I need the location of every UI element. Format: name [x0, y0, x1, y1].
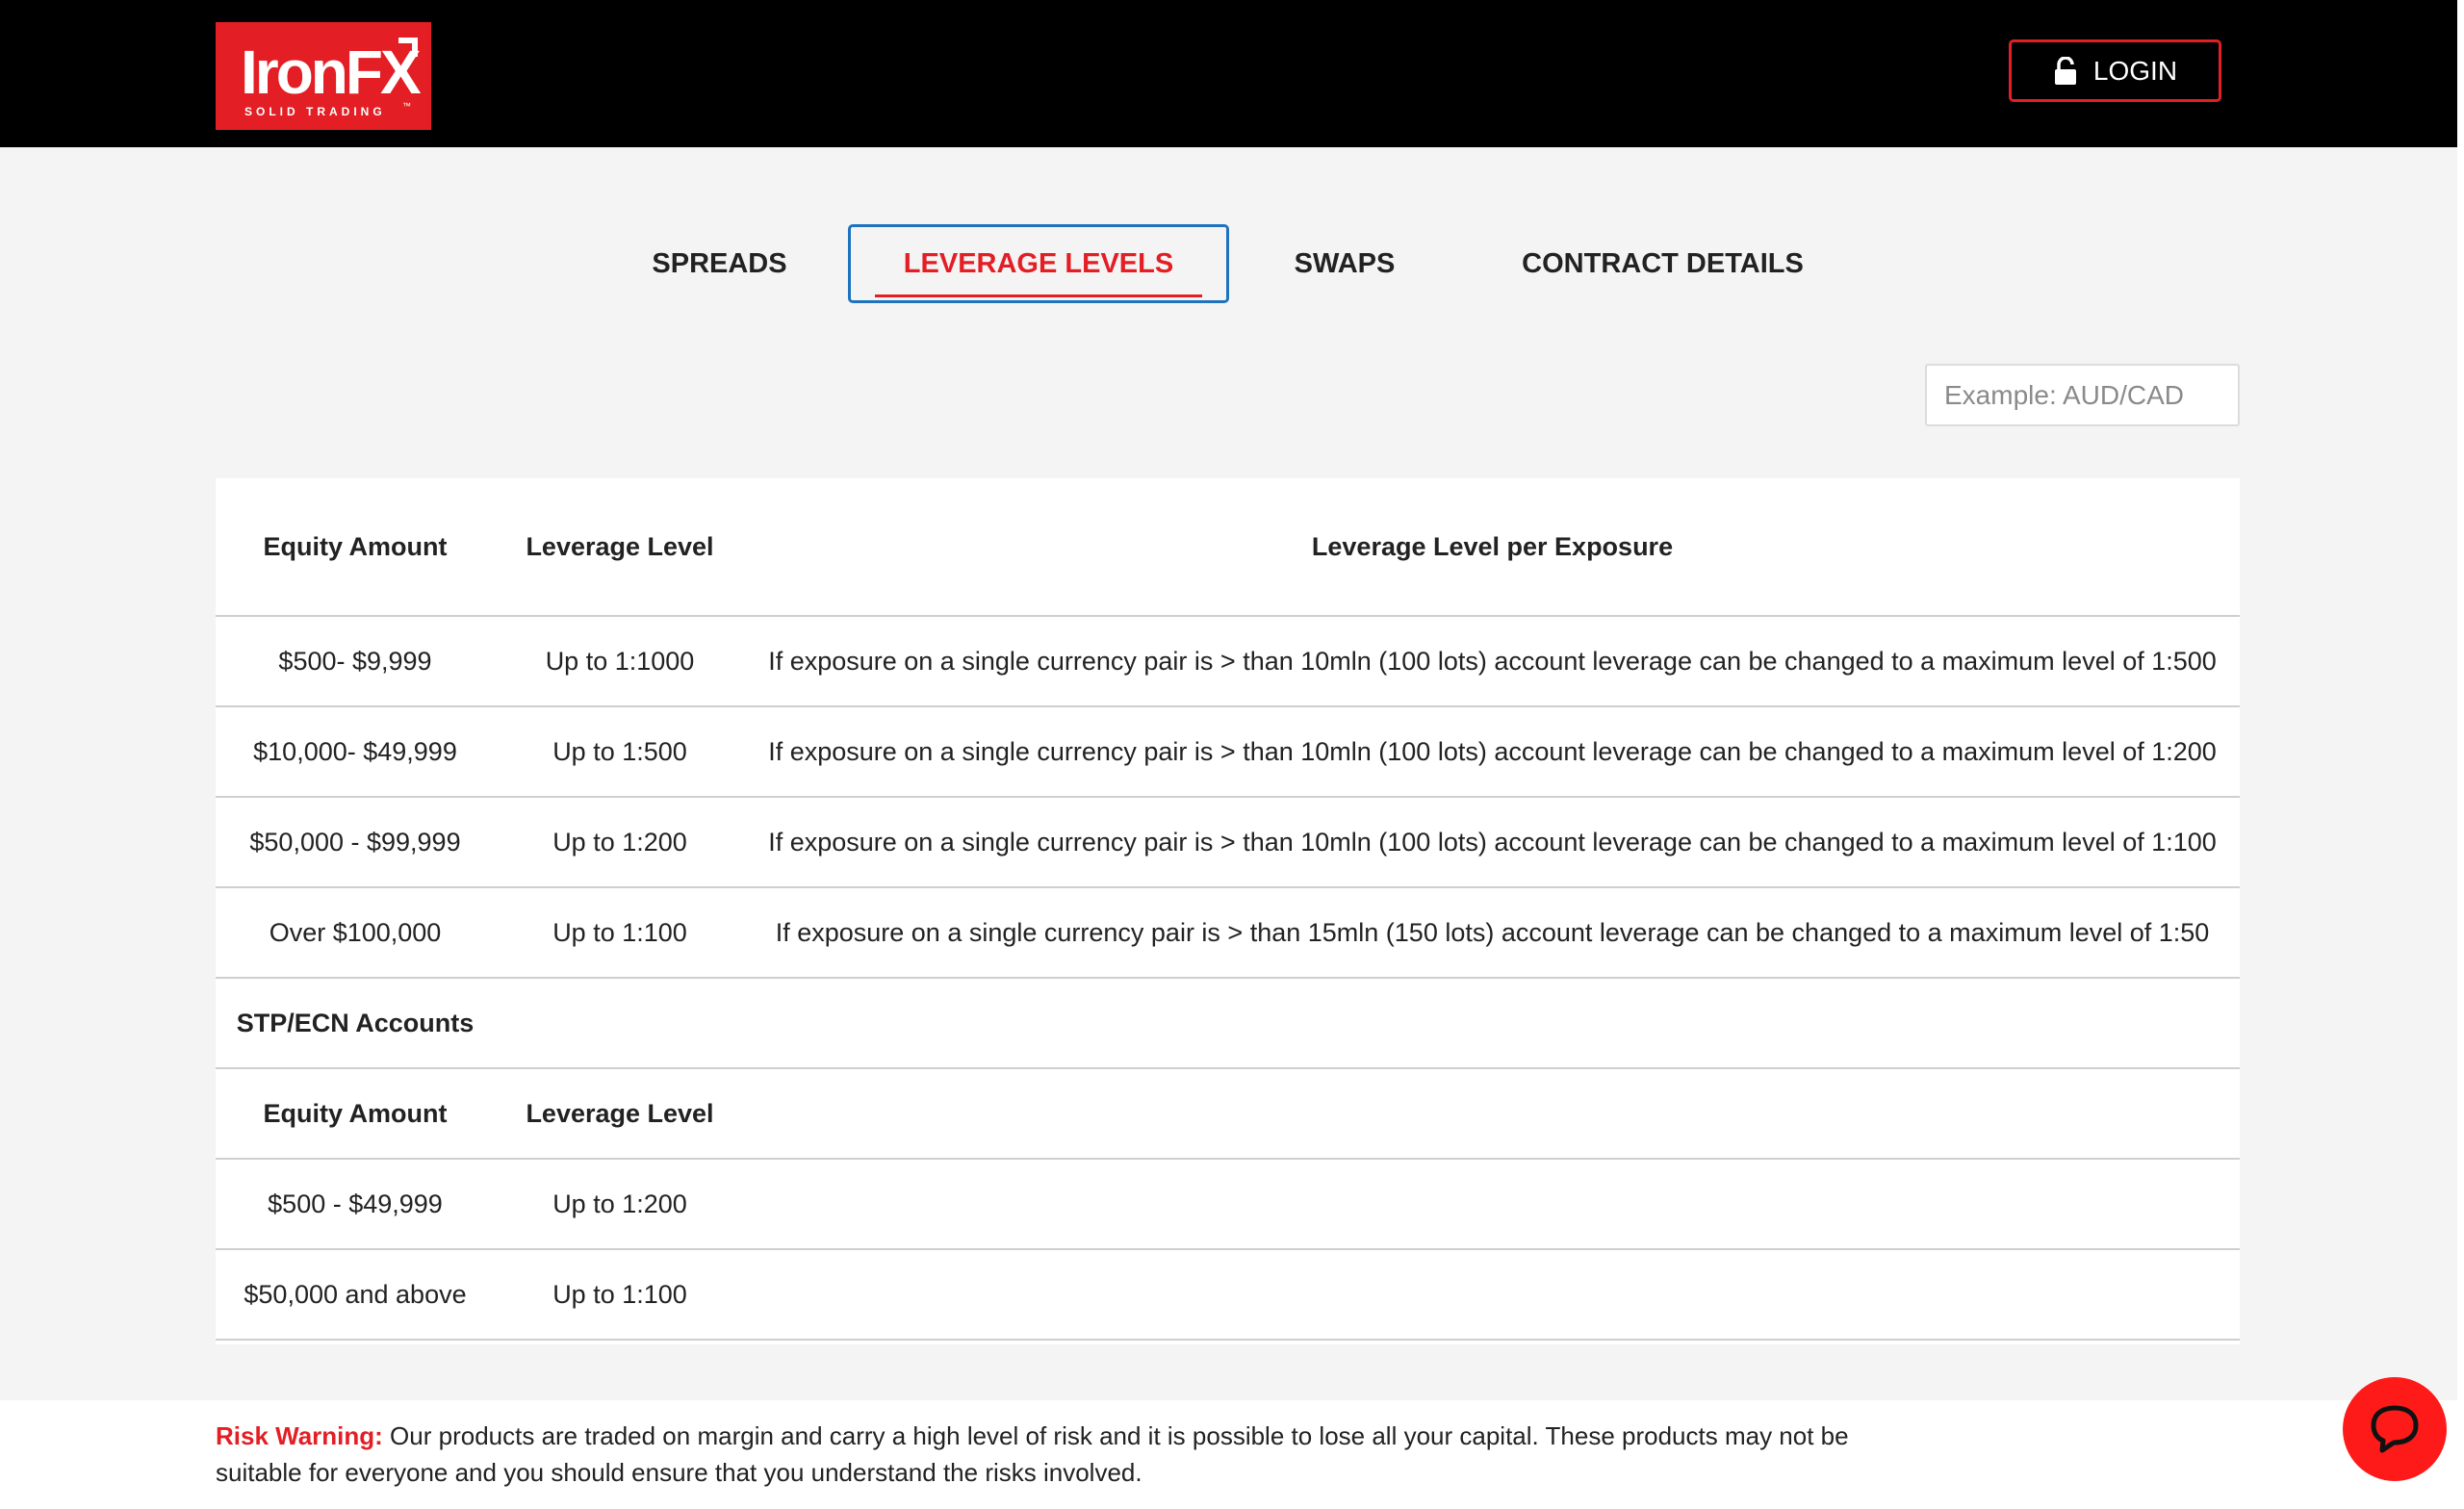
logo-swoosh-icon: [398, 38, 418, 57]
table-row: $50,000 - $99,999 Up to 1:200 If exposur…: [216, 798, 2240, 888]
leverage-level-cell: Up to 1:200: [552, 827, 687, 857]
table-row: $50,000 and above Up to 1:100: [216, 1250, 2240, 1341]
table-row: $500- $9,999 Up to 1:1000 If exposure on…: [216, 617, 2240, 707]
header-equity-amount: Equity Amount: [263, 1098, 448, 1128]
tab-contract-details[interactable]: CONTRACT DETAILS: [1502, 239, 1824, 289]
login-label: LOGIN: [2092, 55, 2178, 86]
header-leverage-per-exposure: Leverage Level per Exposure: [1311, 531, 1674, 561]
symbol-search-input[interactable]: [1925, 364, 2240, 426]
table-header-row: Equity Amount Leverage Level Leverage Le…: [216, 478, 2240, 617]
leverage-level-cell: Up to 1:100: [552, 1279, 687, 1309]
header-leverage-level: Leverage Level: [526, 1098, 714, 1128]
top-navigation-bar: IronFX ™ SOLID TRADING LOGIN: [0, 0, 2457, 147]
equity-amount-cell: Over $100,000: [269, 917, 442, 947]
header-leverage-level: Leverage Level: [526, 531, 714, 561]
logo-tagline: SOLID TRADING: [244, 105, 386, 118]
page-scrollbar[interactable]: [2457, 0, 2464, 1509]
tab-spreads[interactable]: SPREADS: [630, 239, 808, 289]
risk-warning-label: Risk Warning:: [216, 1421, 383, 1450]
header-equity-amount: Equity Amount: [263, 531, 448, 561]
leverage-level-cell: Up to 1:200: [552, 1189, 687, 1218]
login-button[interactable]: LOGIN: [2009, 39, 2221, 102]
exposure-cell: If exposure on a single currency pair is…: [768, 827, 2217, 857]
ironfx-logo[interactable]: IronFX ™ SOLID TRADING: [216, 22, 431, 130]
equity-amount-cell: $500- $9,999: [278, 646, 432, 676]
equity-amount-cell: $10,000- $49,999: [253, 736, 457, 766]
equity-amount-cell: $500 - $49,999: [268, 1189, 443, 1218]
risk-warning-footer: Risk Warning: Our products are traded on…: [0, 1400, 2457, 1509]
stp-ecn-header-row: Equity Amount Leverage Level: [216, 1069, 2240, 1160]
tab-swaps[interactable]: SWAPS: [1270, 239, 1419, 289]
risk-warning-text: Risk Warning: Our products are traded on…: [216, 1418, 1929, 1491]
exposure-cell: If exposure on a single currency pair is…: [768, 736, 2217, 766]
equity-amount-cell: $50,000 and above: [244, 1279, 467, 1309]
chat-bubble-icon: [2371, 1405, 2419, 1453]
exposure-cell: If exposure on a single currency pair is…: [768, 646, 2217, 676]
leverage-levels-table: Equity Amount Leverage Level Leverage Le…: [216, 478, 2240, 1344]
risk-warning-body: Our products are traded on margin and ca…: [216, 1421, 1849, 1487]
leverage-level-cell: Up to 1:500: [552, 736, 687, 766]
tab-leverage-levels[interactable]: LEVERAGE LEVELS: [848, 224, 1229, 303]
leverage-level-cell: Up to 1:1000: [545, 646, 695, 676]
table-row: $10,000- $49,999 Up to 1:500 If exposure…: [216, 707, 2240, 798]
live-chat-button[interactable]: [2343, 1377, 2447, 1481]
leverage-level-cell: Up to 1:100: [552, 917, 687, 947]
exposure-cell: If exposure on a single currency pair is…: [775, 917, 2210, 947]
stp-ecn-section-row: STP/ECN Accounts: [216, 979, 2240, 1069]
table-row: $500 - $49,999 Up to 1:200: [216, 1160, 2240, 1250]
logo-wordmark: IronFX: [241, 38, 422, 107]
stp-ecn-section-title: STP/ECN Accounts: [236, 1008, 475, 1037]
table-row: Over $100,000 Up to 1:100 If exposure on…: [216, 888, 2240, 979]
lock-open-icon: [2054, 56, 2076, 85]
equity-amount-cell: $50,000 - $99,999: [249, 827, 461, 857]
